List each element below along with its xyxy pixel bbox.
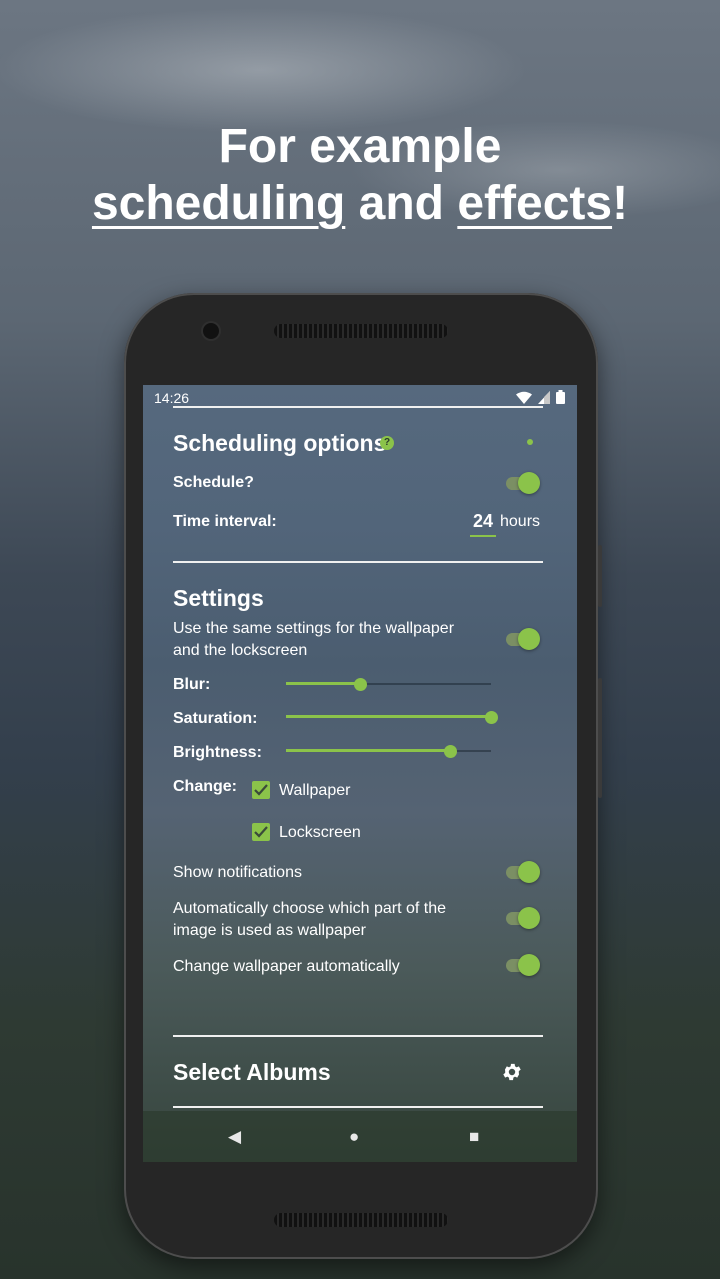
blur-slider-thumb[interactable] [354,678,367,691]
autopart-label-line2: image is used as wallpaper [173,922,366,939]
lockscreen-checkbox-label[interactable]: Lockscreen [279,824,361,842]
brightness-slider-thumb[interactable] [444,745,457,758]
headline-line2: scheduling and effects! [0,175,720,232]
back-button[interactable]: ◀ [228,1127,241,1147]
status-divider [173,406,543,408]
time-interval-label: Time interval: [173,513,277,530]
saturation-slider[interactable] [286,710,498,724]
headline-and: and [345,177,458,230]
same-settings-label-line2: and the lockscreen [173,642,308,659]
app-screen: 14:26 Scheduling options ? Schedule? Tim… [143,385,577,1162]
autopart-label-line1: Automatically choose which part of the [173,900,447,917]
wifi-icon [516,391,533,404]
help-icon[interactable]: ? [380,436,394,450]
gear-icon[interactable] [501,1061,523,1083]
same-settings-toggle[interactable] [504,628,540,650]
autochange-toggle[interactable] [504,954,540,976]
time-interval-input[interactable]: 24 [473,511,493,532]
saturation-label: Saturation: [173,710,258,727]
home-button[interactable]: ● [349,1127,359,1147]
status-time: 14:26 [154,390,190,406]
signal-icon [538,390,551,404]
autopart-toggle[interactable] [504,907,540,929]
time-interval-value: 24 [473,511,494,531]
wallpaper-checkbox[interactable] [252,781,270,799]
notifications-label: Show notifications [173,864,302,881]
check-icon [254,826,268,838]
select-albums-title[interactable]: Select Albums [173,1059,331,1086]
albums-divider-bottom [173,1106,543,1108]
schedule-toggle[interactable] [504,472,540,494]
notifications-toggle[interactable] [504,861,540,883]
settings-title: Settings [173,585,264,611]
bottom-speaker [274,1213,448,1227]
time-interval-underline [470,535,496,537]
volume-button [598,678,602,798]
wallpaper-checkbox-label[interactable]: Wallpaper [279,782,350,800]
status-icons [516,388,565,405]
headline-line1: For example [218,120,502,173]
battery-icon [556,390,565,405]
saturation-slider-thumb[interactable] [485,711,498,724]
headline-effects: effects [457,177,613,230]
recents-button[interactable]: ■ [469,1127,479,1147]
section-divider [173,561,543,563]
brightness-label: Brightness: [173,744,262,761]
headline-exclaim: ! [612,177,629,230]
check-icon [254,784,268,796]
autochange-label: Change wallpaper automatically [173,958,400,975]
navigation-bar: ◀ ● ■ [143,1111,577,1162]
top-speaker [274,324,448,338]
albums-divider-top [173,1035,543,1037]
indicator-dot [527,439,533,445]
blur-slider[interactable] [286,677,491,691]
scheduling-title: Scheduling options [173,430,387,456]
schedule-label: Schedule? [173,474,254,491]
headline: For example scheduling and effects! [0,118,720,232]
time-interval-unit: hours [500,513,541,530]
headline-scheduling: scheduling [91,177,346,230]
same-settings-label-line1: Use the same settings for the wallpaper [173,620,455,637]
lockscreen-checkbox[interactable] [252,823,270,841]
blur-label: Blur: [173,676,211,693]
power-button [598,545,602,607]
change-label: Change: [173,778,237,795]
front-camera [203,323,219,339]
brightness-slider[interactable] [286,744,491,758]
